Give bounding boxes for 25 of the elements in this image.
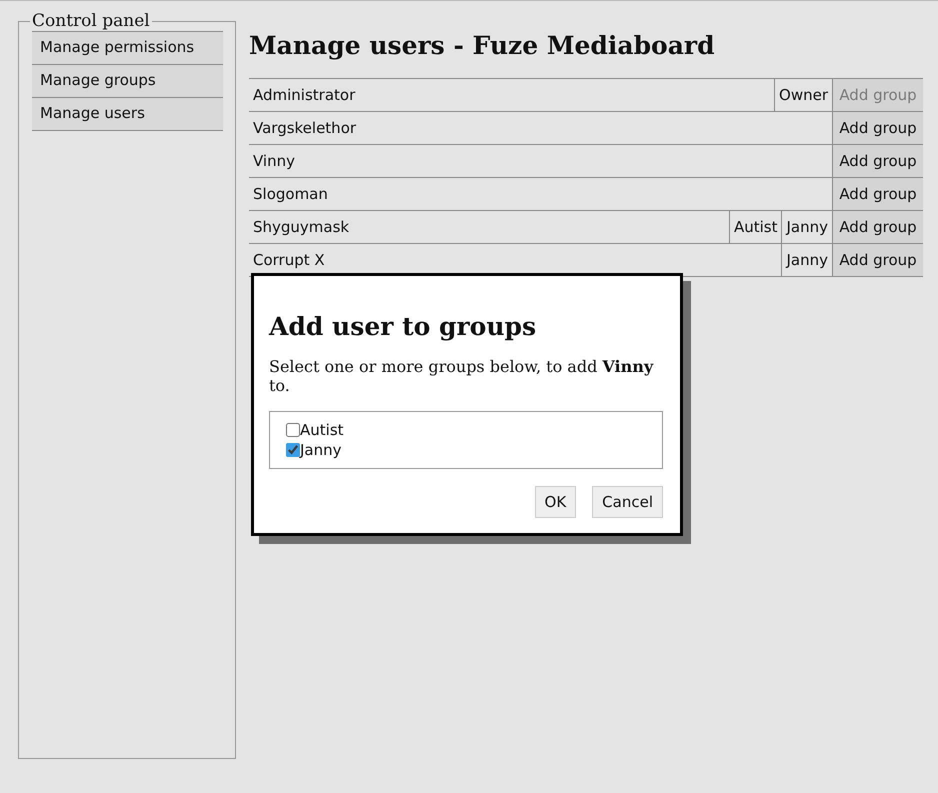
group-tag: Autist (728, 211, 782, 243)
cancel-button[interactable]: Cancel (592, 486, 663, 518)
add-group-button[interactable]: Add group (832, 211, 923, 243)
add-group-button[interactable]: Add group (832, 244, 923, 276)
option-label: Autist (300, 421, 344, 439)
page-title: Manage users - Fuze Mediaboard (249, 31, 716, 60)
user-name: Vargskelethor (252, 118, 358, 139)
panel-title: Control panel (31, 11, 151, 31)
user-name: Administrator (252, 85, 356, 106)
sidebar-item[interactable]: Manage groups (32, 64, 223, 97)
ok-button[interactable]: OK (534, 486, 576, 518)
add-group-button[interactable]: Add group (832, 178, 923, 210)
dialog-title: Add user to groups (269, 312, 538, 341)
user-name: Slogoman (252, 184, 329, 205)
dialog-message: Select one or more groups below, to add Vinny to. (269, 357, 654, 395)
sidebar-item[interactable]: Manage permissions (32, 31, 223, 64)
sidebar-item[interactable]: Manage users (32, 97, 223, 131)
user-name: Shyguymask (252, 217, 350, 238)
add-group-button[interactable]: Add group (832, 112, 923, 144)
user-name: Corrupt X (252, 250, 326, 271)
user-name: Vinny (252, 151, 296, 172)
checkbox[interactable] (286, 443, 300, 457)
add-group-button[interactable]: Add group (832, 145, 923, 177)
checkbox[interactable] (286, 423, 300, 437)
option-label: Janny (300, 441, 342, 459)
